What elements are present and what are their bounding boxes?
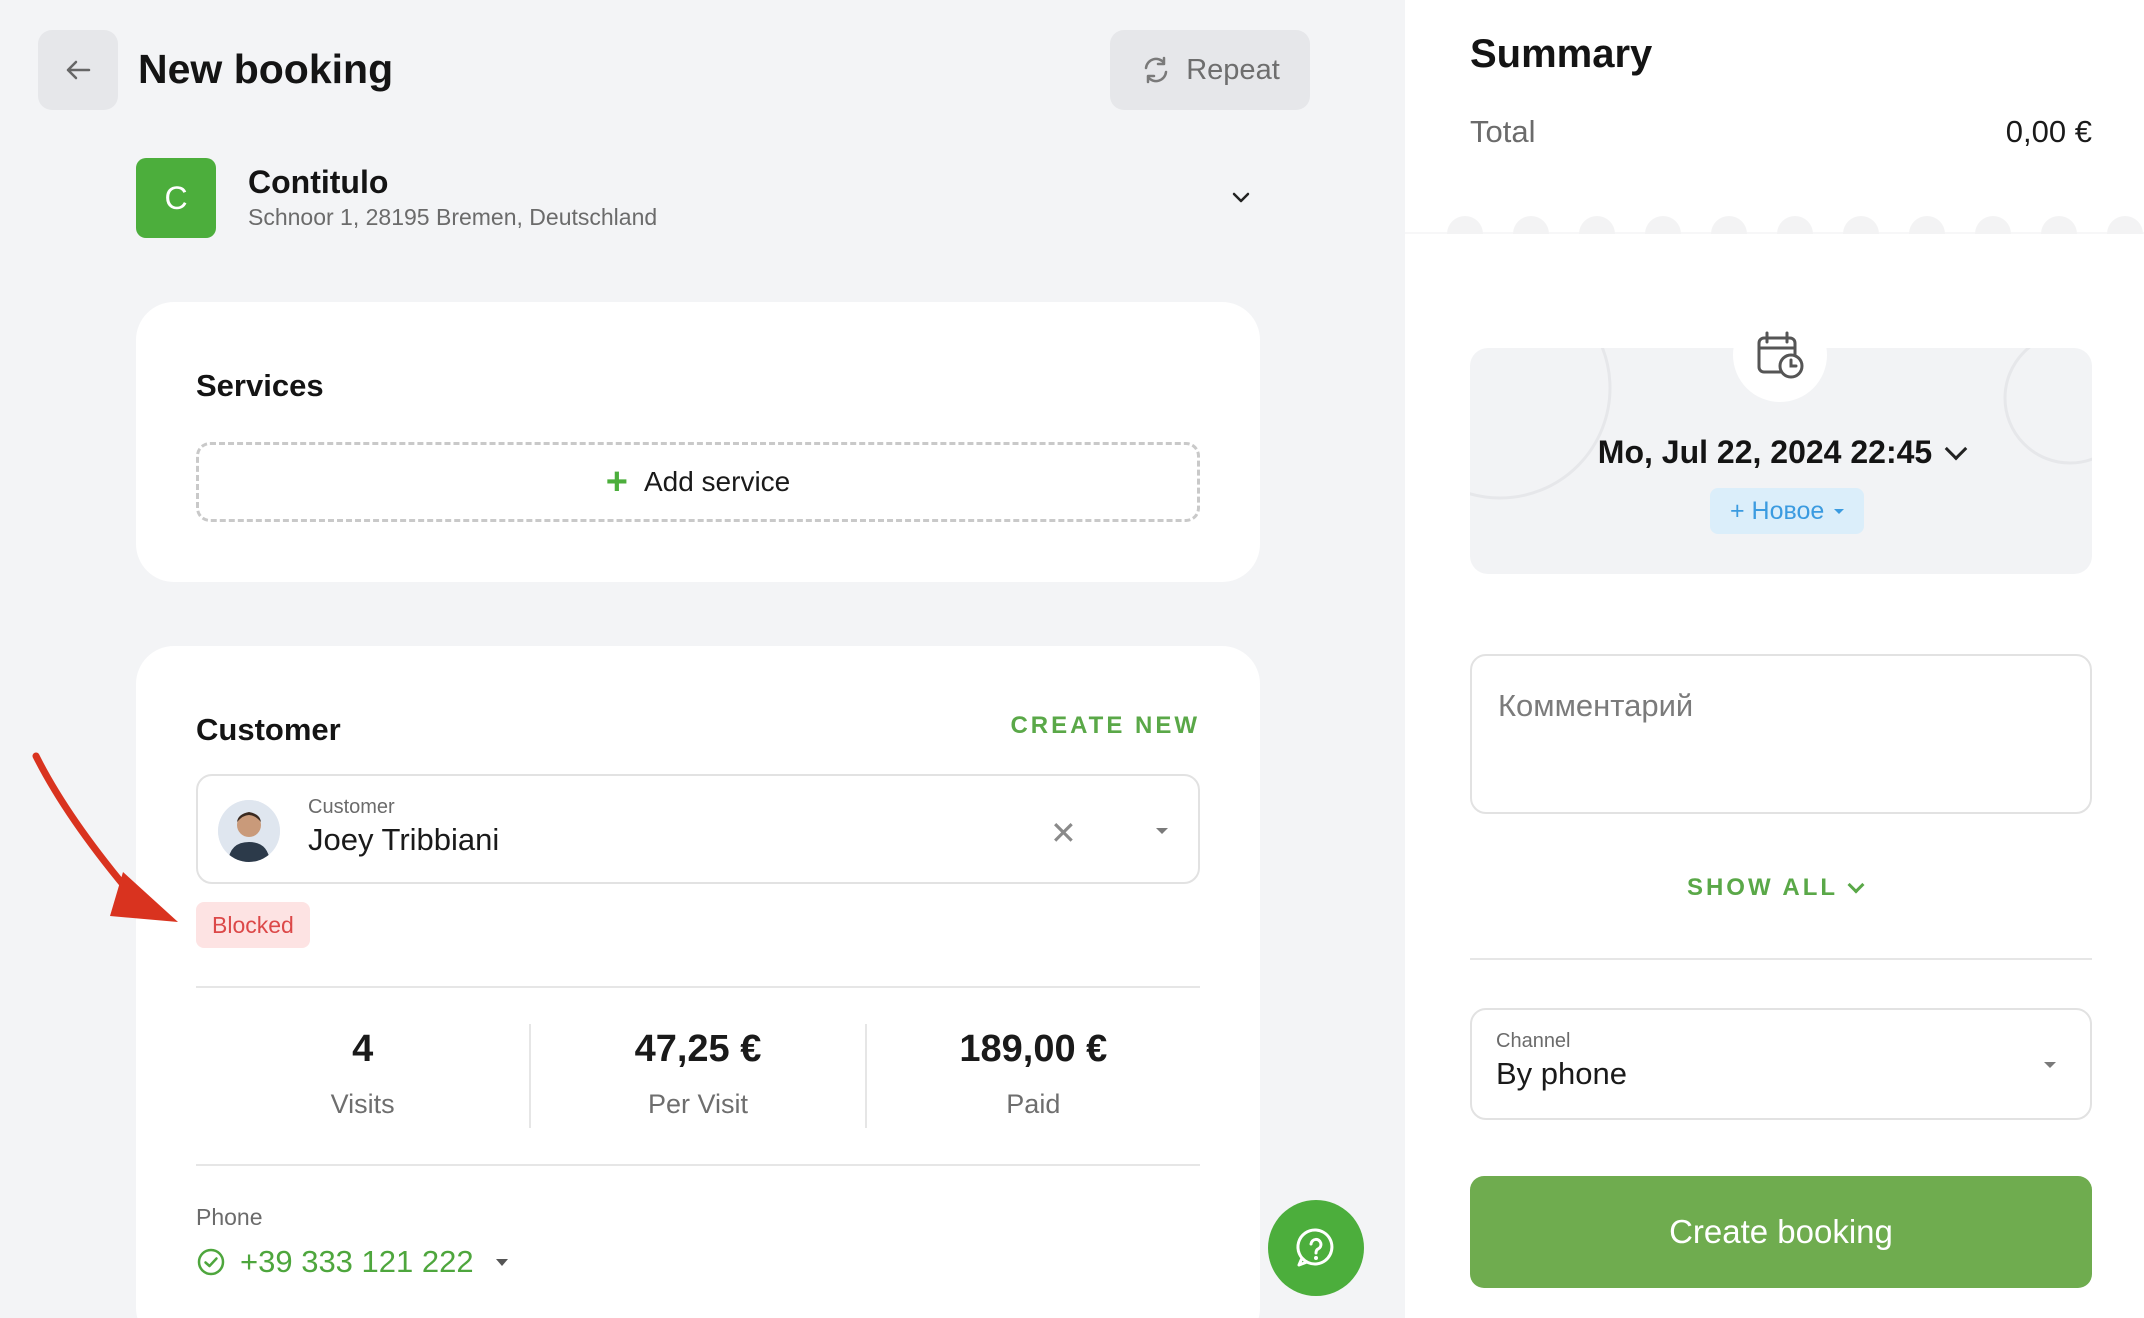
comment-placeholder: Комментарий (1498, 688, 1694, 723)
location-address: Schnoor 1, 28195 Bremen, Deutschland (248, 204, 658, 230)
page-title: New booking (138, 46, 394, 92)
appointment-date: Mo, Jul 22, 2024 22:45 (1597, 434, 1933, 470)
phone-number[interactable]: +39 333 121 222 (240, 1244, 474, 1280)
annotation-arrow-icon (32, 752, 178, 922)
customer-stats: 4 Visits 47,25 € Per Visit 189,00 € Paid (196, 1024, 1200, 1128)
location-name: Contitulo (248, 164, 389, 200)
status-chip-label: + Новое (1730, 496, 1825, 525)
booking-form-panel: New booking Repeat C Contitulo Schnoor 1… (0, 0, 1405, 1318)
services-title: Services (196, 368, 324, 403)
add-service-label: Add service (643, 466, 791, 497)
chevron-down-icon (1847, 876, 1865, 894)
stat-value: 189,00 € (959, 1028, 1108, 1070)
chevron-down-icon (1944, 437, 1968, 461)
create-new-customer-link[interactable]: CREATE NEW (1010, 712, 1200, 740)
divider (196, 1164, 1200, 1166)
stat-label: Per Visit (647, 1089, 749, 1119)
stat-per-visit: 47,25 € Per Visit (529, 1024, 864, 1128)
close-icon[interactable]: ✕ (1050, 814, 1077, 852)
repeat-label: Repeat (1186, 53, 1280, 86)
customer-avatar (218, 800, 280, 862)
summary-title: Summary (1470, 32, 1653, 76)
services-card: Services + Add service (136, 302, 1260, 582)
total-value: 0,00 € (2005, 114, 2092, 149)
back-button[interactable] (38, 30, 118, 110)
divider (1470, 958, 2092, 960)
stat-paid: 189,00 € Paid (864, 1024, 1200, 1128)
caret-down-icon[interactable] (495, 1258, 508, 1266)
show-all-label: SHOW ALL (1686, 874, 1839, 901)
appointment-datetime[interactable]: Mo, Jul 22, 2024 22:45 (1470, 434, 2092, 471)
caret-down-icon (2044, 1062, 2056, 1068)
stat-label: Visits (330, 1089, 395, 1119)
booking-status-chip[interactable]: + Новое (1710, 488, 1865, 534)
stat-value: 47,25 € (634, 1028, 762, 1070)
comment-field[interactable]: Комментарий (1470, 654, 2092, 814)
stat-visits: 4 Visits (196, 1024, 529, 1128)
create-booking-button[interactable]: Create booking (1470, 1176, 2092, 1288)
customer-card: Customer CREATE NEW Customer Joey Tribbi… (136, 646, 1260, 1318)
location-selector[interactable]: C Contitulo Schnoor 1, 28195 Bremen, Deu… (136, 158, 1266, 238)
caret-down-icon[interactable] (1156, 828, 1168, 834)
customer-select[interactable]: Customer Joey Tribbiani ✕ (196, 774, 1200, 884)
stat-value: 4 (352, 1028, 374, 1070)
divider (196, 986, 1200, 988)
customer-title: Customer (196, 712, 341, 747)
location-avatar: C (136, 158, 216, 238)
stat-label: Paid (1006, 1089, 1061, 1119)
plus-icon: + (605, 461, 628, 503)
repeat-icon (1144, 56, 1168, 84)
calendar-clock-icon (1733, 308, 1827, 402)
check-circle-icon (197, 1248, 225, 1276)
customer-name: Joey Tribbiani (308, 822, 500, 857)
summary-panel: Summary Total 0,00 € Mo, Jul 22, 2024 22… (1405, 0, 2144, 1318)
total-label: Total (1470, 114, 1536, 149)
receipt-edge-divider (1405, 216, 2144, 252)
phone-selector[interactable]: +39 333 121 222 (196, 1244, 508, 1280)
show-all-button[interactable]: SHOW ALL (1405, 874, 2144, 902)
arrow-left-icon (66, 60, 91, 80)
phone-label: Phone (196, 1204, 263, 1230)
help-chat-icon (1296, 1228, 1334, 1267)
channel-select[interactable]: Channel By phone (1470, 1008, 2092, 1120)
status-badge: Blocked (196, 902, 310, 948)
channel-label: Channel (1496, 1030, 1571, 1052)
add-service-button[interactable]: + Add service (196, 442, 1200, 522)
chevron-down-icon[interactable] (1226, 182, 1256, 212)
repeat-button[interactable]: Repeat (1110, 30, 1310, 110)
channel-value: By phone (1496, 1056, 1627, 1091)
help-chat-button[interactable] (1268, 1200, 1364, 1296)
customer-field-label: Customer (308, 796, 395, 818)
caret-down-icon (1834, 508, 1845, 514)
